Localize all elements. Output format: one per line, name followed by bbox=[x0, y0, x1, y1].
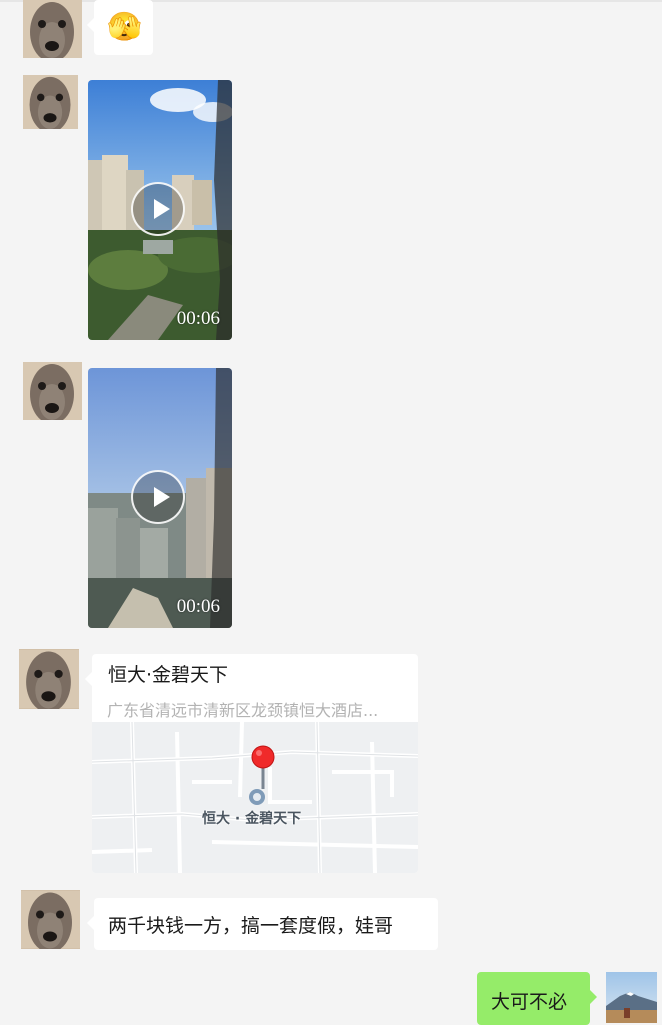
message-text: 两千块钱一方，搞一套度假，娃哥 bbox=[108, 915, 394, 937]
emoji-bubble[interactable]: 🫣 bbox=[87, 0, 153, 55]
location-title: 恒大·金碧天下 bbox=[108, 664, 229, 686]
avatar[interactable] bbox=[23, 75, 78, 129]
self-avatar[interactable] bbox=[606, 972, 657, 1023]
play-icon[interactable] bbox=[131, 470, 185, 524]
video-duration: 00:06 bbox=[176, 596, 220, 617]
location-map[interactable]: 恒大 · 金碧天下 bbox=[92, 722, 418, 873]
avatar[interactable] bbox=[21, 890, 80, 949]
play-icon[interactable] bbox=[131, 182, 185, 236]
location-message[interactable]: 恒大·金碧天下 广东省清远市清新区龙颈镇恒大酒店... 恒大 · 金碧天下 bbox=[85, 654, 418, 873]
text-message[interactable]: 两千块钱一方，搞一套度假，娃哥 bbox=[87, 898, 438, 950]
video-message[interactable]: 00:06 bbox=[88, 368, 232, 628]
text-message-self[interactable]: 大可不必 bbox=[477, 972, 597, 1025]
avatar[interactable] bbox=[23, 0, 82, 58]
avatar[interactable] bbox=[19, 649, 79, 709]
map-pin-icon bbox=[249, 745, 275, 805]
message-text: 大可不必 bbox=[491, 991, 568, 1013]
video-duration: 00:06 bbox=[176, 308, 220, 329]
avatar[interactable] bbox=[23, 362, 82, 420]
location-address: 广东省清远市清新区龙颈镇恒大酒店... bbox=[107, 701, 379, 720]
emoji-sticker: 🫣 bbox=[107, 10, 142, 43]
video-message[interactable]: 00:06 bbox=[88, 80, 232, 340]
map-place-label: 恒大 · 金碧天下 bbox=[202, 811, 302, 827]
